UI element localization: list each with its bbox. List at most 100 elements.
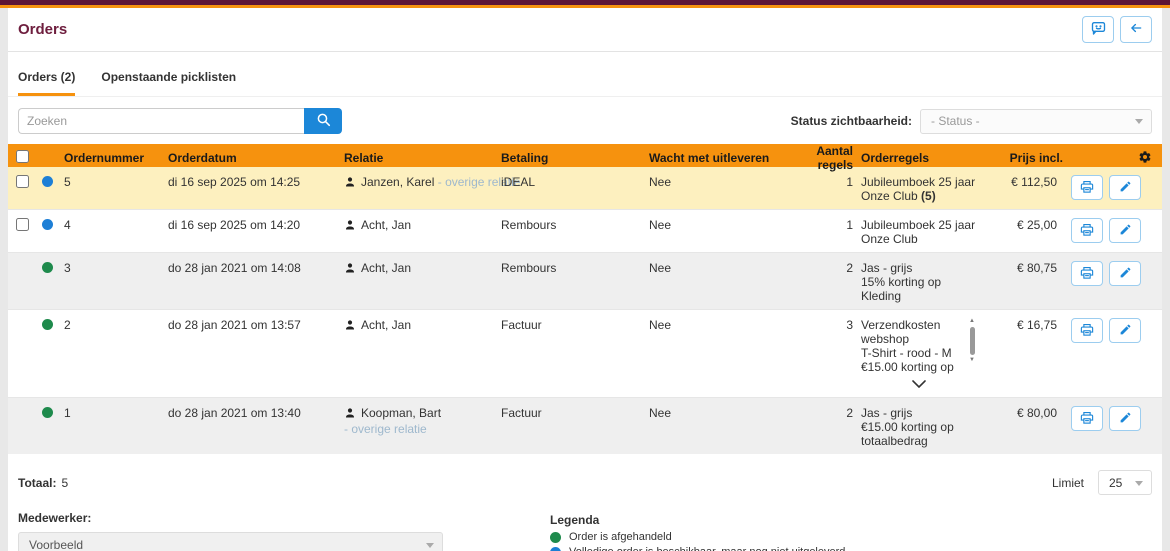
row-checkbox[interactable]: [16, 175, 29, 188]
totals-bar: Totaal:5 Limiet 25: [8, 454, 1162, 495]
total-label: Totaal:: [18, 476, 56, 490]
medewerker-label: Medewerker:: [18, 511, 550, 525]
orderregel-line: Jubileumboek 25 jaar Onze Club (5): [861, 175, 977, 203]
orderdatum-cell: do 28 jan 2021 om 14:08: [164, 253, 340, 281]
back-button[interactable]: [1120, 16, 1152, 43]
orderregel-line: Verzendkosten webshop: [861, 318, 963, 346]
wacht-cell: Nee: [645, 210, 787, 238]
aantal-regels-cell: 2: [787, 253, 857, 281]
chevron-down-icon: [1135, 119, 1143, 124]
medewerker-select[interactable]: Voorbeeld: [18, 532, 443, 551]
select-all-checkbox[interactable]: [16, 150, 29, 163]
aantal-regels-cell: 3: [787, 310, 857, 338]
orderregel-line: €15.00 korting op: [861, 360, 963, 374]
tab-bar: Orders (2) Openstaande picklisten: [8, 52, 1162, 97]
edit-button[interactable]: [1109, 175, 1141, 200]
relatie-cell: Acht, Jan: [340, 210, 497, 240]
toolbar: Status zichtbaarheid: - Status -: [8, 97, 1162, 144]
row-checkbox[interactable]: [16, 218, 29, 231]
ordernummer-cell: 5: [60, 167, 164, 195]
legend: Legenda Order is afgehandeldVolledige or…: [550, 511, 1039, 551]
relatie-name: Janzen, Karel: [361, 175, 434, 189]
person-icon: [344, 219, 356, 234]
col-wacht-met-uitleveren: Wacht met uitleveren: [645, 151, 787, 165]
overige-relatie-link[interactable]: - overige relatie: [344, 422, 427, 436]
relatie-cell: Acht, Jan: [340, 253, 497, 283]
orderdatum-cell: do 28 jan 2021 om 13:57: [164, 310, 340, 338]
printer-icon: [1079, 265, 1095, 283]
person-icon: [344, 262, 356, 277]
pencil-icon: [1119, 323, 1132, 339]
order-row-3: 3do 28 jan 2021 om 14:08Acht, JanRembour…: [8, 252, 1162, 309]
status-dot-blue: [42, 219, 53, 230]
relatie-name: Acht, Jan: [361, 218, 411, 232]
status-dot-green: [42, 262, 53, 273]
orderregels-cell: Jubileumboek 25 jaar Onze Club: [857, 210, 981, 252]
orderregels-scroll-area[interactable]: Verzendkosten webshopT-Shirt - rood - M€…: [861, 318, 977, 374]
ordernummer-cell: 3: [60, 253, 164, 281]
expand-chevron-icon[interactable]: [861, 374, 977, 391]
prijs-cell: € 16,75: [981, 310, 1067, 338]
ordernummer-cell: 4: [60, 210, 164, 238]
orderregels-cell: Jas - grijs€15.00 korting op totaalbedra…: [857, 398, 981, 454]
relatie-name: Koopman, Bart: [361, 406, 441, 420]
print-button[interactable]: [1071, 218, 1103, 243]
aantal-regels-cell: 1: [787, 167, 857, 195]
orderregel-line: Jas - grijs: [861, 406, 977, 420]
status-dot-green: [42, 319, 53, 330]
legend-status-dot: [550, 547, 561, 551]
edit-button[interactable]: [1109, 406, 1141, 431]
printer-icon: [1079, 410, 1095, 428]
print-button[interactable]: [1071, 406, 1103, 431]
wacht-cell: Nee: [645, 398, 787, 426]
orderregel-line: T-Shirt - rood - M: [861, 346, 963, 360]
orderdatum-cell: di 16 sep 2025 om 14:20: [164, 210, 340, 238]
edit-button[interactable]: [1109, 218, 1141, 243]
col-prijs-incl: Prijs incl.: [981, 151, 1067, 165]
status-select[interactable]: - Status -: [920, 109, 1152, 134]
tab-openstaande-picklisten[interactable]: Openstaande picklisten: [101, 70, 236, 96]
status-select-value: - Status -: [931, 114, 980, 128]
limit-select[interactable]: 25: [1098, 470, 1152, 495]
betaling-cell: Factuur: [497, 310, 645, 338]
total-count: Totaal:5: [18, 476, 68, 490]
status-visibility-label: Status zichtbaarheid:: [791, 114, 912, 128]
betaling-cell: Rembours: [497, 253, 645, 281]
search-input[interactable]: [18, 108, 304, 134]
search-icon: [316, 112, 331, 130]
page-header: Orders: [8, 8, 1162, 52]
pencil-icon: [1119, 266, 1132, 282]
col-ordernummer: Ordernummer: [60, 151, 164, 165]
ordernummer-cell: 1: [60, 398, 164, 426]
limit-label: Limiet: [1052, 476, 1084, 490]
col-orderdatum: Orderdatum: [164, 151, 340, 165]
search-button[interactable]: [304, 108, 342, 134]
legend-item: Volledige order is beschikbaar, maar nog…: [550, 546, 1039, 551]
order-row-1: 1do 28 jan 2021 om 13:40Koopman, Bart- o…: [8, 397, 1162, 454]
orderregel-line: Jubileumboek 25 jaar Onze Club: [861, 218, 977, 246]
relatie-name: Acht, Jan: [361, 318, 411, 332]
edit-button[interactable]: [1109, 261, 1141, 286]
edit-button[interactable]: [1109, 318, 1141, 343]
tab-orders[interactable]: Orders (2): [18, 70, 75, 96]
printer-icon: [1079, 222, 1095, 240]
legend-label: Order is afgehandeld: [569, 531, 672, 543]
legend-item: Order is afgehandeld: [550, 531, 1039, 543]
print-button[interactable]: [1071, 261, 1103, 286]
print-button[interactable]: [1071, 318, 1103, 343]
legend-status-dot: [550, 532, 561, 543]
orderregels-cell: Verzendkosten webshopT-Shirt - rood - M€…: [857, 310, 981, 397]
orders-page: Orders Orders (2) Openstaande picklisten: [8, 8, 1162, 551]
table-body: 5di 16 sep 2025 om 14:25Janzen, Karel - …: [8, 167, 1162, 454]
gear-icon[interactable]: [1138, 150, 1152, 167]
chevron-down-icon: [426, 543, 434, 548]
orderregels-scrollbar[interactable]: ▲▼: [967, 318, 977, 374]
print-button[interactable]: [1071, 175, 1103, 200]
wacht-cell: Nee: [645, 310, 787, 338]
orderregel-line: 15% korting op Kleding: [861, 275, 977, 303]
aantal-regels-cell: 1: [787, 210, 857, 238]
col-orderregels: Orderregels: [857, 151, 981, 165]
feedback-button[interactable]: [1082, 16, 1114, 43]
bottom-section: Medewerker: Voorbeeld Picklist maken Leg…: [8, 495, 1162, 551]
betaling-cell: iDEAL: [497, 167, 645, 195]
